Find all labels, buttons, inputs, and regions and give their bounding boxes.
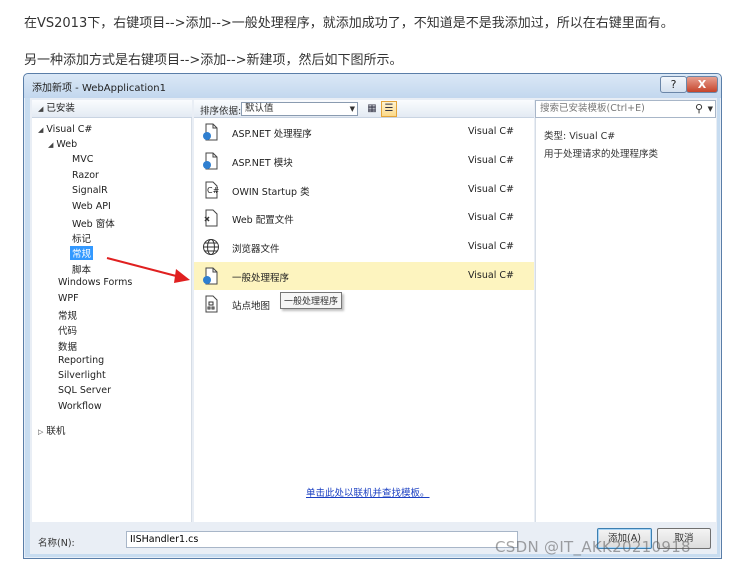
template-item-sitemap[interactable]: 站点地图	[194, 290, 534, 318]
tree-node-script[interactable]: 脚本	[72, 262, 91, 276]
sort-label: 排序依据:	[200, 106, 242, 117]
tree-node-markup[interactable]: 标记	[72, 231, 91, 245]
online-templates-link[interactable]: 单击此处以联机并查找模板。	[306, 485, 430, 499]
help-button[interactable]: ?	[660, 76, 687, 93]
tree-node-reporting[interactable]: Reporting	[58, 355, 104, 366]
article-paragraph-2: 另一种添加方式是右键项目-->添加-->新建项，然后如下图所示。	[24, 53, 403, 68]
tree-node-general[interactable]: 常规	[58, 308, 77, 322]
info-type: 类型: Visual C#	[544, 131, 616, 142]
info-description: 用于处理请求的处理程序类	[544, 149, 659, 160]
collapse-arrow-icon[interactable]: ◢	[38, 105, 43, 113]
tree-node-general-selected[interactable]: 常规	[70, 246, 94, 260]
tree-header-installed[interactable]: ◢ 已安装	[32, 100, 192, 118]
handler-file-icon	[203, 123, 218, 141]
globe-icon	[203, 239, 219, 255]
tree-node-web[interactable]: ◢ Web	[48, 139, 77, 150]
template-item-aspnet-module[interactable]: ASP.NET 模块 Visual C#	[194, 147, 534, 175]
search-icon[interactable]: ⚲	[695, 101, 703, 117]
tree-node-windows-forms[interactable]: Windows Forms	[58, 277, 132, 288]
tree-node-visual-csharp[interactable]: ◢ Visual C#	[38, 124, 92, 135]
tree-node-web-forms[interactable]: Web 窗体	[72, 216, 115, 230]
category-tree: ◢ Visual C# ◢ Web MVC Razor SignalR Web AP…	[32, 118, 192, 522]
tree-header-label: 已安装	[46, 103, 75, 114]
chevron-down-icon[interactable]: ▼	[708, 101, 713, 117]
template-item-browser-file[interactable]: 浏览器文件 Visual C#	[194, 233, 534, 261]
tree-node-mvc[interactable]: MVC	[72, 154, 93, 165]
module-file-icon	[203, 152, 218, 170]
tree-node-online[interactable]: ▷ 联机	[38, 423, 65, 437]
tree-node-signalr[interactable]: SignalR	[72, 185, 108, 196]
name-label: 名称(N):	[38, 538, 75, 549]
tree-node-web-api[interactable]: Web API	[72, 201, 111, 212]
class-file-icon: C#	[205, 181, 220, 199]
expand-arrow-icon[interactable]: ◢	[38, 126, 43, 134]
tree-node-wpf[interactable]: WPF	[58, 293, 79, 304]
tree-node-silverlight[interactable]: Silverlight	[58, 370, 106, 381]
watermark: CSDN @IT_AKK20210918	[495, 538, 691, 556]
sort-select[interactable]: 默认值 ▼	[241, 102, 358, 116]
list-view-icon[interactable]: ☰	[381, 101, 397, 117]
grid-view-icon[interactable]: ▦	[365, 102, 379, 116]
expand-arrow-icon[interactable]: ▷	[38, 428, 43, 436]
svg-text:C#: C#	[207, 186, 220, 195]
close-button[interactable]: X	[686, 76, 718, 93]
template-item-web-config[interactable]: Web 配置文件 Visual C#	[194, 204, 534, 232]
dialog-client: ◢ 已安装 ◢ Visual C# ◢ Web MVC Razor SignalR W…	[30, 98, 717, 554]
search-input[interactable]: 搜索已安装模板(Ctrl+E) ⚲ ▼	[535, 100, 716, 118]
tree-node-workflow[interactable]: Workflow	[58, 401, 102, 412]
name-input[interactable]	[126, 531, 518, 548]
chevron-down-icon: ▼	[349, 105, 355, 113]
article-paragraph-1: 在VS2013下，右键项目-->添加-->一般处理程序，就添加成功了，不知道是不…	[24, 16, 674, 31]
dialog-titlebar: 添加新项 - WebApplication1 ? X	[24, 74, 721, 98]
expand-arrow-icon[interactable]: ◢	[48, 141, 53, 149]
dialog-title: 添加新项 - WebApplication1	[32, 83, 167, 94]
tree-node-code[interactable]: 代码	[58, 323, 77, 337]
tree-node-data[interactable]: 数据	[58, 339, 77, 353]
config-file-icon	[204, 209, 218, 227]
tree-node-razor[interactable]: Razor	[72, 170, 99, 181]
template-info-panel: 类型: Visual C# 用于处理请求的处理程序类	[535, 118, 716, 522]
handler-file-icon	[203, 267, 218, 285]
tree-node-sql-server[interactable]: SQL Server	[58, 385, 111, 396]
template-toolbar: 排序依据: 默认值 ▼ ▦ ☰	[194, 100, 534, 118]
sitemap-file-icon	[205, 295, 218, 313]
template-item-aspnet-handler[interactable]: ASP.NET 处理程序 Visual C#	[194, 118, 534, 146]
template-item-owin-startup[interactable]: C# OWIN Startup 类 Visual C#	[194, 176, 534, 204]
add-new-item-dialog: 添加新项 - WebApplication1 ? X ◢ 已安装 ◢ Visual …	[23, 73, 722, 559]
template-item-generic-handler-selected[interactable]: 一般处理程序 Visual C#	[194, 262, 534, 290]
tooltip: 一般处理程序	[280, 292, 343, 309]
template-list: ASP.NET 处理程序 Visual C# ASP.NET 模块 Visual C…	[194, 118, 534, 522]
